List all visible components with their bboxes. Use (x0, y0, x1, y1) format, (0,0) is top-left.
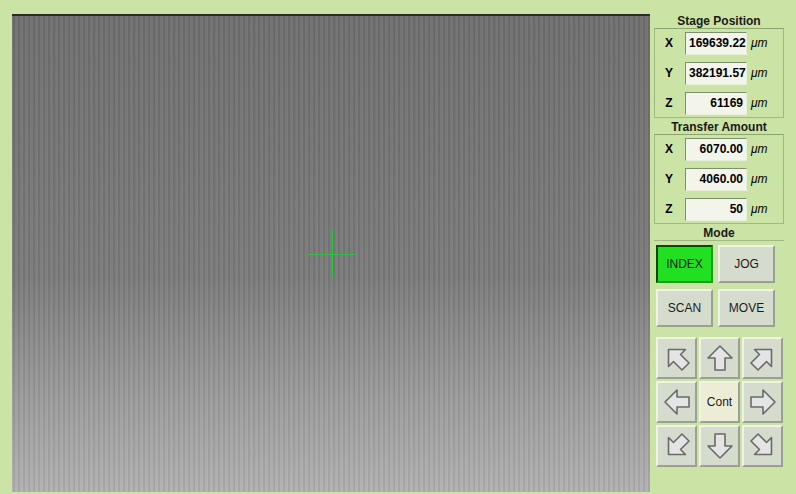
group-box: X 6070.00 μmY 4060.00 μmZ 50 μm (654, 134, 784, 224)
group-box: X 169639.22 μmY 382191.57 μmZ 61169 μm (654, 28, 784, 118)
group-title: Stage Position (654, 14, 784, 28)
arrow-down-icon (705, 431, 735, 461)
unit-label: μm (751, 36, 768, 50)
up-right-button[interactable] (742, 337, 783, 379)
left-button[interactable] (656, 381, 697, 423)
transfer-amount-group: Transfer Amount X 6070.00 μmY 4060.00 μm… (654, 120, 784, 224)
axis-row: Z 50 μm (657, 197, 781, 221)
cont-button[interactable]: Cont (699, 381, 740, 423)
crosshair-vertical (332, 230, 333, 278)
mode-group: Mode INDEXJOGSCANMOVE (654, 226, 784, 331)
axis-label: Y (657, 172, 681, 186)
axis-label: Z (657, 96, 681, 110)
stage-position-group: Stage Position X 169639.22 μmY 382191.57… (654, 14, 784, 118)
up-button[interactable] (699, 337, 740, 379)
mode-button[interactable]: INDEX (656, 245, 713, 283)
unit-label: μm (751, 202, 768, 216)
mode-buttons: INDEXJOGSCANMOVE (654, 240, 784, 331)
mode-button[interactable]: JOG (718, 245, 775, 283)
axis-row: Y 382191.57 μm (657, 61, 781, 85)
camera-view[interactable] (12, 14, 650, 492)
value-field: 169639.22 (685, 32, 747, 55)
down-button[interactable] (699, 425, 740, 467)
axis-row: Z 61169 μm (657, 91, 781, 115)
axis-row: Y 4060.00 μm (657, 167, 781, 191)
value-field[interactable]: 50 (685, 198, 747, 221)
arrow-down-left-icon (655, 425, 697, 467)
value-field: 61169 (685, 92, 747, 115)
arrow-up-left-icon (655, 337, 697, 379)
jog-pad: Cont (654, 333, 784, 467)
down-right-button[interactable] (742, 425, 783, 467)
axis-row: X 6070.00 μm (657, 137, 781, 161)
stage-control-window: Stage Position X 169639.22 μmY 382191.57… (0, 0, 796, 494)
unit-label: μm (751, 96, 768, 110)
mode-button[interactable]: SCAN (656, 289, 713, 327)
arrow-up-right-icon (741, 337, 783, 379)
arrow-up-icon (705, 343, 735, 373)
axis-label: Z (657, 202, 681, 216)
value-field[interactable]: 4060.00 (685, 168, 747, 191)
arrow-left-icon (662, 387, 692, 417)
group-title: Transfer Amount (654, 120, 784, 134)
right-button[interactable] (742, 381, 783, 423)
down-left-button[interactable] (656, 425, 697, 467)
unit-label: μm (751, 142, 768, 156)
axis-label: X (657, 36, 681, 50)
mode-button[interactable]: MOVE (718, 289, 775, 327)
group-title: Mode (654, 226, 784, 240)
up-left-button[interactable] (656, 337, 697, 379)
unit-label: μm (751, 172, 768, 186)
axis-row: X 169639.22 μm (657, 31, 781, 55)
value-field: 382191.57 (685, 62, 747, 85)
arrow-down-right-icon (741, 425, 783, 467)
axis-label: X (657, 142, 681, 156)
axis-label: Y (657, 66, 681, 80)
unit-label: μm (751, 66, 768, 80)
arrow-right-icon (748, 387, 778, 417)
control-panel: Stage Position X 169639.22 μmY 382191.57… (654, 14, 784, 494)
value-field[interactable]: 6070.00 (685, 138, 747, 161)
